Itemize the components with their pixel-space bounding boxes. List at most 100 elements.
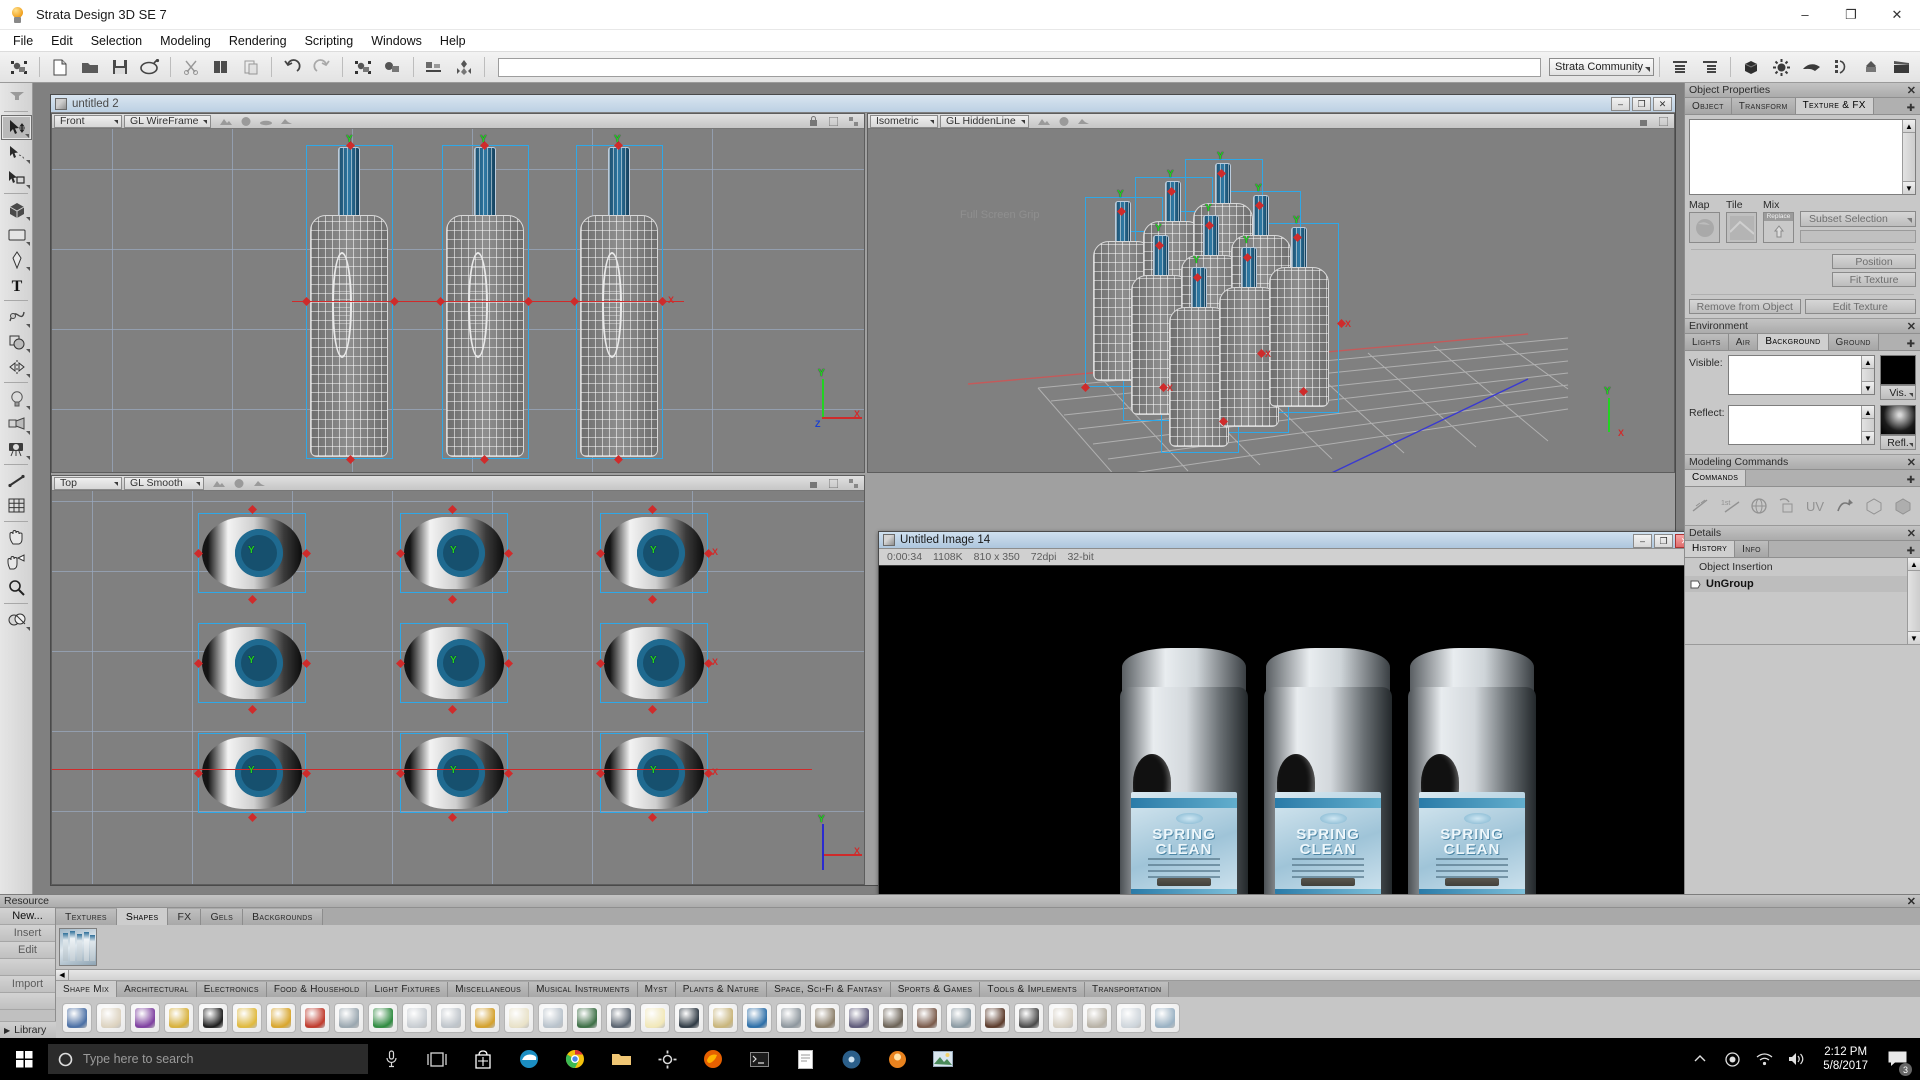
shape-pillar[interactable] [334, 1003, 364, 1033]
tab-background[interactable]: Background [1758, 333, 1828, 350]
viewport-front[interactable]: Front GL WireFrame [51, 113, 865, 473]
hierarchy-icon[interactable] [1695, 54, 1725, 81]
object-properties-add-tab-icon[interactable]: ✚ [1902, 103, 1920, 114]
tool-primitive-cube[interactable] [1, 197, 32, 222]
edit-texture-button[interactable]: Edit Texture [1805, 299, 1917, 314]
viewport-top-maximize-icon[interactable] [824, 477, 842, 490]
taskbar-strata-icon[interactable] [874, 1038, 920, 1080]
shape-spiral[interactable] [1116, 1003, 1146, 1033]
category-tab-plants-nature[interactable]: Plants & Nature [676, 982, 767, 997]
shape-magnifier[interactable] [1150, 1003, 1180, 1033]
open-folder-icon[interactable] [75, 54, 105, 81]
window-maximize-button[interactable]: ❐ [1828, 0, 1874, 30]
shape-sphere-purple[interactable] [130, 1003, 160, 1033]
history-scrollbar[interactable]: ▲ ▼ [1907, 558, 1920, 644]
tool-select-move[interactable] [1, 115, 32, 140]
copy-icon[interactable] [206, 54, 236, 81]
menu-item-scripting[interactable]: Scripting [296, 31, 363, 51]
taskbar-firefox-icon[interactable] [690, 1038, 736, 1080]
viewport-front-canvas[interactable]: X Y Y Y Y X Z [52, 129, 864, 472]
library-toggle[interactable]: ▶ Library [0, 1021, 56, 1038]
shape-thermos[interactable] [436, 1003, 466, 1033]
viewport-isometric-lock-icon[interactable] [1634, 115, 1652, 128]
viewport-top-grid-icon[interactable] [844, 477, 862, 490]
shape-ring[interactable] [776, 1003, 806, 1033]
category-tab-architectural[interactable]: Architectural [117, 982, 197, 997]
taskbar-task-view-icon[interactable] [414, 1038, 460, 1080]
viewport-top-canvas[interactable]: X X X [52, 491, 864, 884]
cmd-uv-icon[interactable]: UV [1804, 494, 1830, 518]
tab-transform[interactable]: Transform [1732, 98, 1796, 114]
modeling-commands-close-icon[interactable]: ✕ [1907, 456, 1916, 469]
tile-swatch[interactable] [1726, 212, 1757, 243]
tool-pan-hand[interactable] [1, 525, 32, 550]
tray-record-icon[interactable] [1717, 1038, 1747, 1080]
cmd-first-skin-icon[interactable]: 1st [1718, 494, 1744, 518]
cmd-extrude-icon[interactable] [1775, 494, 1801, 518]
taskbar-edge-icon[interactable] [506, 1038, 552, 1080]
render-icon[interactable] [135, 54, 165, 81]
paint-bucket-icon[interactable] [1856, 54, 1886, 81]
category-tab-sports-games[interactable]: Sports & Games [891, 982, 981, 997]
resource-edit-button[interactable]: Edit [0, 942, 55, 959]
history-scroll-down-icon[interactable]: ▼ [1908, 631, 1920, 644]
modeling-commands-add-tab-icon[interactable]: ✚ [1902, 475, 1920, 486]
environment-icon[interactable] [1796, 54, 1826, 81]
shape-bulb[interactable] [640, 1003, 670, 1033]
taskbar-clock[interactable]: 2:12 PM 5/8/2017 [1813, 1045, 1878, 1073]
category-tab-miscellaneous[interactable]: Miscellaneous [448, 982, 529, 997]
tab-info[interactable]: Info [1735, 541, 1769, 557]
start-button-icon[interactable] [0, 1038, 48, 1080]
tool-camera[interactable] [1, 436, 32, 461]
category-tab-food-household[interactable]: Food & Household [267, 982, 368, 997]
tray-network-icon[interactable] [1749, 1038, 1779, 1080]
document-restore-button[interactable]: ❐ [1632, 97, 1651, 111]
fit-texture-button[interactable]: Fit Texture [1832, 272, 1916, 287]
viewport-front-shadows-icon[interactable] [257, 115, 275, 128]
resource-tab-gels[interactable]: Gels [201, 909, 243, 925]
tool-render-preview[interactable] [1, 607, 32, 632]
distribute-objects-icon[interactable] [449, 54, 479, 81]
window-minimize-button[interactable]: – [1782, 0, 1828, 30]
viewport-front-view-select[interactable]: Front [54, 115, 122, 128]
texture-list-scroll-up-icon[interactable]: ▲ [1903, 120, 1915, 133]
shape-monitor[interactable] [606, 1003, 636, 1033]
animation-icon[interactable] [1826, 54, 1856, 81]
tab-air[interactable]: Air [1729, 334, 1759, 350]
visible-scroll-up-icon[interactable]: ▲ [1862, 356, 1874, 369]
menu-item-modeling[interactable]: Modeling [151, 31, 220, 51]
viewport-isometric-canvas[interactable]: Y Y Y Y Y Y Y Y Y X X X [868, 129, 1674, 472]
taskbar-chrome-icon[interactable] [552, 1038, 598, 1080]
wireframe-bottle-2[interactable] [446, 147, 524, 457]
resource-scroll-left-icon[interactable]: ◀ [56, 970, 69, 980]
reflect-scroll-down-icon[interactable]: ▼ [1862, 431, 1874, 444]
viewport-isometric-lighting-icon[interactable] [1055, 115, 1073, 128]
reflect-list-scrollbar[interactable]: ▲ ▼ [1861, 406, 1874, 444]
tool-rotate-view[interactable] [1, 550, 32, 575]
action-center-icon[interactable]: 3 [1880, 1038, 1914, 1080]
details-add-tab-icon[interactable]: ✚ [1902, 546, 1920, 557]
shape-gold-trophy[interactable] [470, 1003, 500, 1033]
tool-boolean[interactable] [1, 329, 32, 354]
tool-grid[interactable] [1, 493, 32, 518]
resource-thumbnails-scrollbar[interactable]: ◀ [56, 970, 1920, 981]
history-item-ungroup[interactable]: UnGroup [1685, 576, 1920, 592]
taskbar-terminal-icon[interactable] [736, 1038, 782, 1080]
object-properties-close-icon[interactable]: ✕ [1907, 84, 1916, 97]
shape-cherries[interactable] [300, 1003, 330, 1033]
visible-list[interactable]: ▲ ▼ [1728, 355, 1875, 395]
category-tab-myst[interactable]: Myst [638, 982, 676, 997]
shape-goblet[interactable] [402, 1003, 432, 1033]
tab-texture-fx[interactable]: Texture & FX [1796, 97, 1874, 114]
shape-green-box[interactable] [368, 1003, 398, 1033]
shape-fish[interactable] [946, 1003, 976, 1033]
save-icon[interactable] [105, 54, 135, 81]
resource-tab-textures[interactable]: Textures [56, 909, 117, 925]
category-tab-space-scifi-fantasy[interactable]: Space, Sci-Fi & Fantasy [767, 982, 891, 997]
shape-lamp[interactable] [504, 1003, 534, 1033]
undo-icon[interactable] [277, 54, 307, 81]
command-input[interactable] [498, 58, 1541, 77]
viewport-top-shading-select[interactable]: GL Smooth [124, 477, 204, 490]
menu-item-windows[interactable]: Windows [362, 31, 431, 51]
tool-measure[interactable] [1, 468, 32, 493]
